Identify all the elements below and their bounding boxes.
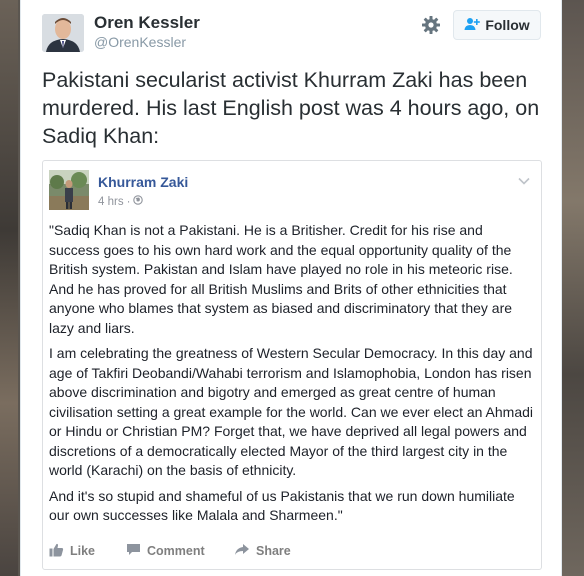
like-label: Like: [70, 544, 96, 558]
comment-icon: [126, 543, 141, 559]
author-avatar[interactable]: [42, 14, 84, 52]
embedded-facebook-post: Khurram Zaki 4 hrs · "Sadiq Khan is not …: [42, 160, 542, 570]
chevron-down-icon[interactable]: [517, 173, 531, 185]
share-button[interactable]: Share: [234, 542, 314, 560]
author-name[interactable]: Oren Kessler: [94, 13, 200, 33]
follow-button[interactable]: Follow: [453, 10, 541, 40]
fb-time-separator: ·: [126, 195, 131, 208]
fb-paragraph: I am celebrating the greatness of Wester…: [49, 345, 534, 478]
fb-action-bar: Like Comment Share: [49, 542, 535, 560]
comment-label: Comment: [147, 544, 205, 558]
follow-person-icon: [464, 17, 481, 34]
tweet-card: Oren Kessler @OrenKessler Follow Pakista…: [20, 0, 562, 576]
follow-label: Follow: [485, 17, 530, 33]
fb-paragraph: "Sadiq Khan is not a Pakistani. He is a …: [49, 222, 513, 336]
gear-icon[interactable]: [420, 14, 442, 36]
fb-author-name[interactable]: Khurram Zaki: [98, 174, 188, 190]
fb-paragraph: And it's so stupid and shameful of us Pa…: [49, 487, 515, 524]
share-label: Share: [256, 544, 291, 558]
author-handle[interactable]: @OrenKessler: [94, 34, 186, 50]
background-left: [0, 0, 18, 576]
tweet-text: Pakistani secularist activist Khurram Za…: [42, 68, 540, 148]
like-button[interactable]: Like: [49, 542, 126, 560]
globe-icon: [133, 195, 144, 208]
comment-button[interactable]: Comment: [126, 542, 234, 560]
share-icon: [234, 543, 250, 559]
like-icon: [49, 543, 64, 560]
fb-timestamp[interactable]: 4 hrs ·: [98, 195, 144, 208]
fb-time-text: 4 hrs: [98, 195, 124, 208]
fb-post-body: "Sadiq Khan is not a Pakistani. He is a …: [49, 221, 535, 532]
fb-author-avatar[interactable]: [49, 170, 89, 210]
